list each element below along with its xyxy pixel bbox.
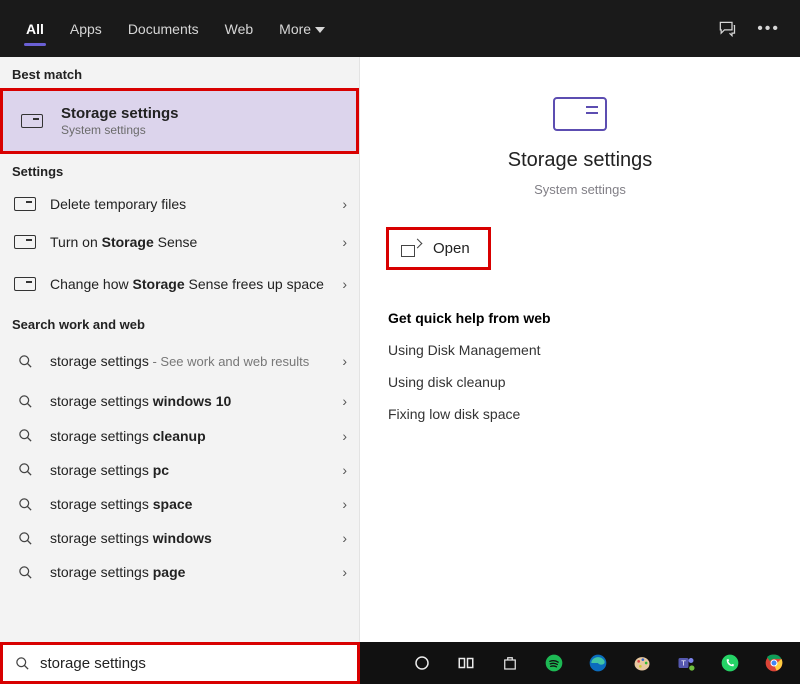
storage-drive-icon-large	[553, 97, 607, 131]
quick-help-link[interactable]: Using disk cleanup	[388, 374, 772, 390]
web-suggestion-label: storage settings windows 10	[50, 392, 330, 410]
chevron-right-icon: ›	[342, 428, 347, 444]
best-match-title: Storage settings	[61, 105, 179, 122]
settings-item[interactable]: Delete temporary files ›	[0, 185, 359, 223]
web-suggestion-label: storage settings page	[50, 563, 330, 581]
web-suggestion[interactable]: storage settings cleanup ›	[0, 419, 359, 453]
best-match-subtitle: System settings	[61, 123, 179, 137]
web-suggestion-label: storage settings space	[50, 495, 330, 513]
chevron-right-icon: ›	[342, 530, 347, 546]
web-suggestion[interactable]: storage settings pc ›	[0, 453, 359, 487]
tab-more[interactable]: More	[269, 15, 335, 43]
search-icon	[18, 531, 33, 546]
storage-drive-icon	[14, 277, 36, 291]
search-icon	[18, 497, 33, 512]
chevron-down-icon	[315, 27, 325, 33]
web-suggestion[interactable]: storage settings page ›	[0, 555, 359, 589]
storage-drive-icon	[14, 235, 36, 249]
web-suggestion-label: storage settings windows	[50, 529, 330, 547]
open-external-icon	[401, 242, 419, 256]
topbar-right: •••	[717, 19, 784, 39]
web-suggestion-label: storage settings cleanup	[50, 427, 330, 445]
search-icon	[18, 462, 33, 477]
chevron-right-icon: ›	[342, 234, 347, 250]
feedback-icon[interactable]	[717, 19, 737, 39]
web-suggestion[interactable]: storage settings windows ›	[0, 521, 359, 555]
paint-icon[interactable]	[622, 642, 662, 684]
taskbar: T	[0, 642, 800, 684]
section-settings: Settings	[0, 154, 359, 185]
search-icon	[15, 656, 30, 671]
chevron-right-icon: ›	[342, 496, 347, 512]
web-suggestion[interactable]: storage settings - See work and web resu…	[0, 338, 359, 384]
preview-pane: Storage settings System settings Open Ge…	[360, 57, 800, 642]
search-icon	[18, 354, 33, 369]
search-scope-header: All Apps Documents Web More •••	[0, 0, 800, 57]
settings-item[interactable]: Change how Storage Sense frees up space …	[0, 261, 359, 307]
web-suggestion-label: storage settings - See work and web resu…	[50, 352, 330, 371]
storage-drive-icon	[21, 114, 43, 128]
preview-subtitle: System settings	[534, 182, 626, 197]
chevron-right-icon: ›	[342, 462, 347, 478]
section-best-match: Best match	[0, 57, 359, 88]
storage-drive-icon	[14, 197, 36, 211]
chevron-right-icon: ›	[342, 196, 347, 212]
open-button[interactable]: Open	[386, 227, 491, 270]
search-icon	[18, 428, 33, 443]
more-options-icon[interactable]: •••	[757, 20, 780, 38]
store-icon[interactable]	[490, 642, 530, 684]
settings-item-label: Delete temporary files	[50, 195, 330, 213]
search-icon	[18, 394, 33, 409]
quick-help-header: Get quick help from web	[388, 310, 772, 326]
svg-text:T: T	[681, 659, 686, 668]
spotify-icon[interactable]	[534, 642, 574, 684]
tab-apps[interactable]: Apps	[60, 15, 112, 43]
scope-tabs: All Apps Documents Web More	[16, 15, 717, 43]
taskbar-search-input[interactable]	[40, 655, 345, 672]
quick-help-link[interactable]: Using Disk Management	[388, 342, 772, 358]
tab-documents[interactable]: Documents	[118, 15, 209, 43]
tab-web[interactable]: Web	[215, 15, 264, 43]
taskbar-search-box[interactable]	[0, 642, 360, 684]
edge-icon[interactable]	[578, 642, 618, 684]
chevron-right-icon: ›	[342, 393, 347, 409]
settings-item-label: Change how Storage Sense frees up space	[50, 275, 330, 293]
settings-item[interactable]: Turn on Storage Sense ›	[0, 223, 359, 261]
chrome-icon[interactable]	[754, 642, 794, 684]
task-view-icon[interactable]	[446, 642, 486, 684]
teams-icon[interactable]: T	[666, 642, 706, 684]
quick-help-link[interactable]: Fixing low disk space	[388, 406, 772, 422]
settings-item-label: Turn on Storage Sense	[50, 233, 330, 251]
whatsapp-icon[interactable]	[710, 642, 750, 684]
web-suggestion[interactable]: storage settings windows 10 ›	[0, 384, 359, 418]
best-match-item[interactable]: Storage settings System settings	[0, 88, 359, 154]
chevron-right-icon: ›	[342, 353, 347, 369]
results-pane: Best match Storage settings System setti…	[0, 57, 360, 642]
cortana-icon[interactable]	[402, 642, 442, 684]
web-suggestion[interactable]: storage settings space ›	[0, 487, 359, 521]
search-icon	[18, 565, 33, 580]
preview-title: Storage settings	[508, 149, 653, 172]
section-search-web: Search work and web	[0, 307, 359, 338]
open-button-label: Open	[433, 240, 470, 257]
chevron-right-icon: ›	[342, 276, 347, 292]
chevron-right-icon: ›	[342, 564, 347, 580]
tab-all[interactable]: All	[16, 15, 54, 43]
web-suggestion-label: storage settings pc	[50, 461, 330, 479]
